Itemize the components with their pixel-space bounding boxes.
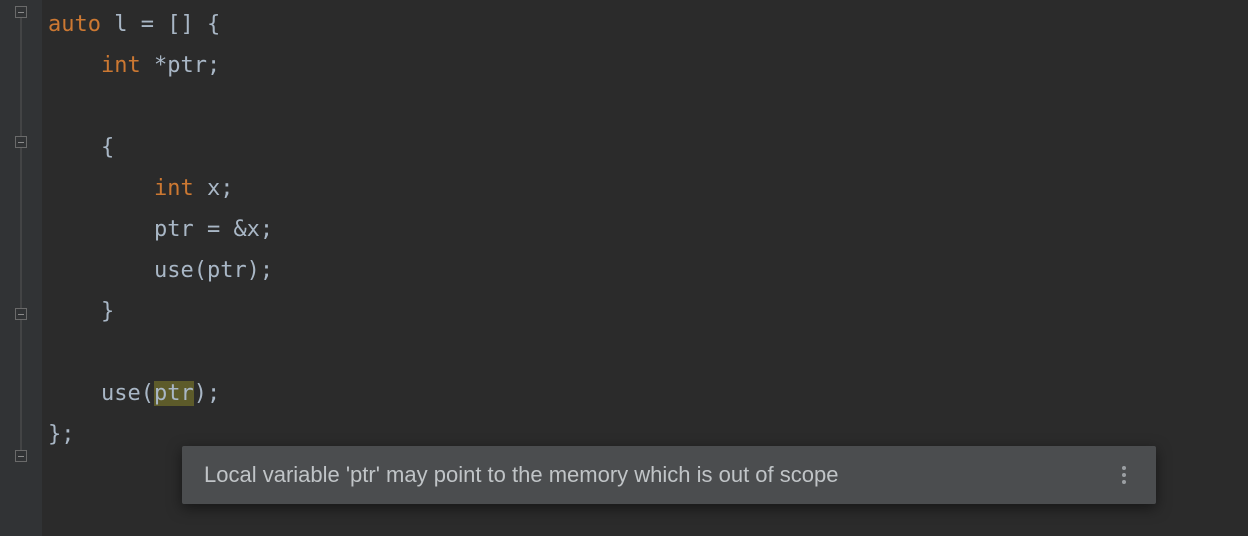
keyword: int [101, 53, 141, 78]
code-text: ); [194, 381, 221, 406]
code-text: { [101, 135, 114, 160]
code-text: }; [48, 422, 75, 447]
inspection-tooltip: Local variable 'ptr' may point to the me… [182, 446, 1156, 504]
code-text: } [101, 299, 114, 324]
code-text: *ptr; [141, 53, 220, 78]
code-line[interactable]: { [42, 127, 1248, 168]
code-line[interactable]: int x; [42, 168, 1248, 209]
code-line[interactable] [42, 332, 1248, 373]
tooltip-message: Local variable 'ptr' may point to the me… [204, 462, 1094, 488]
gutter-line [21, 148, 22, 308]
gutter [0, 0, 42, 536]
code-text: use( [48, 381, 154, 406]
code-area[interactable]: auto l = [] { int *ptr; { int x; ptr = &… [42, 0, 1248, 536]
fold-icon[interactable] [15, 136, 27, 148]
code-line[interactable]: int *ptr; [42, 45, 1248, 86]
warning-highlight[interactable]: ptr [154, 381, 194, 406]
code-line[interactable]: } [42, 291, 1248, 332]
fold-end-icon[interactable] [15, 450, 27, 462]
code-line[interactable]: use(ptr); [42, 250, 1248, 291]
gutter-line [21, 320, 22, 450]
keyword: int [154, 176, 194, 201]
fold-icon[interactable] [15, 6, 27, 18]
fold-end-icon[interactable] [15, 308, 27, 320]
code-line[interactable]: auto l = [] { [42, 4, 1248, 45]
code-editor[interactable]: auto l = [] { int *ptr; { int x; ptr = &… [0, 0, 1248, 536]
code-text: x; [194, 176, 234, 201]
code-line[interactable] [42, 86, 1248, 127]
code-text: l = [] { [101, 12, 220, 37]
code-line[interactable]: use(ptr); [42, 373, 1248, 414]
more-actions-icon[interactable] [1114, 466, 1134, 484]
code-text: ptr = &x; [154, 217, 273, 242]
gutter-line [21, 18, 22, 136]
code-text: use(ptr); [154, 258, 273, 283]
code-line[interactable]: ptr = &x; [42, 209, 1248, 250]
keyword: auto [48, 12, 101, 37]
